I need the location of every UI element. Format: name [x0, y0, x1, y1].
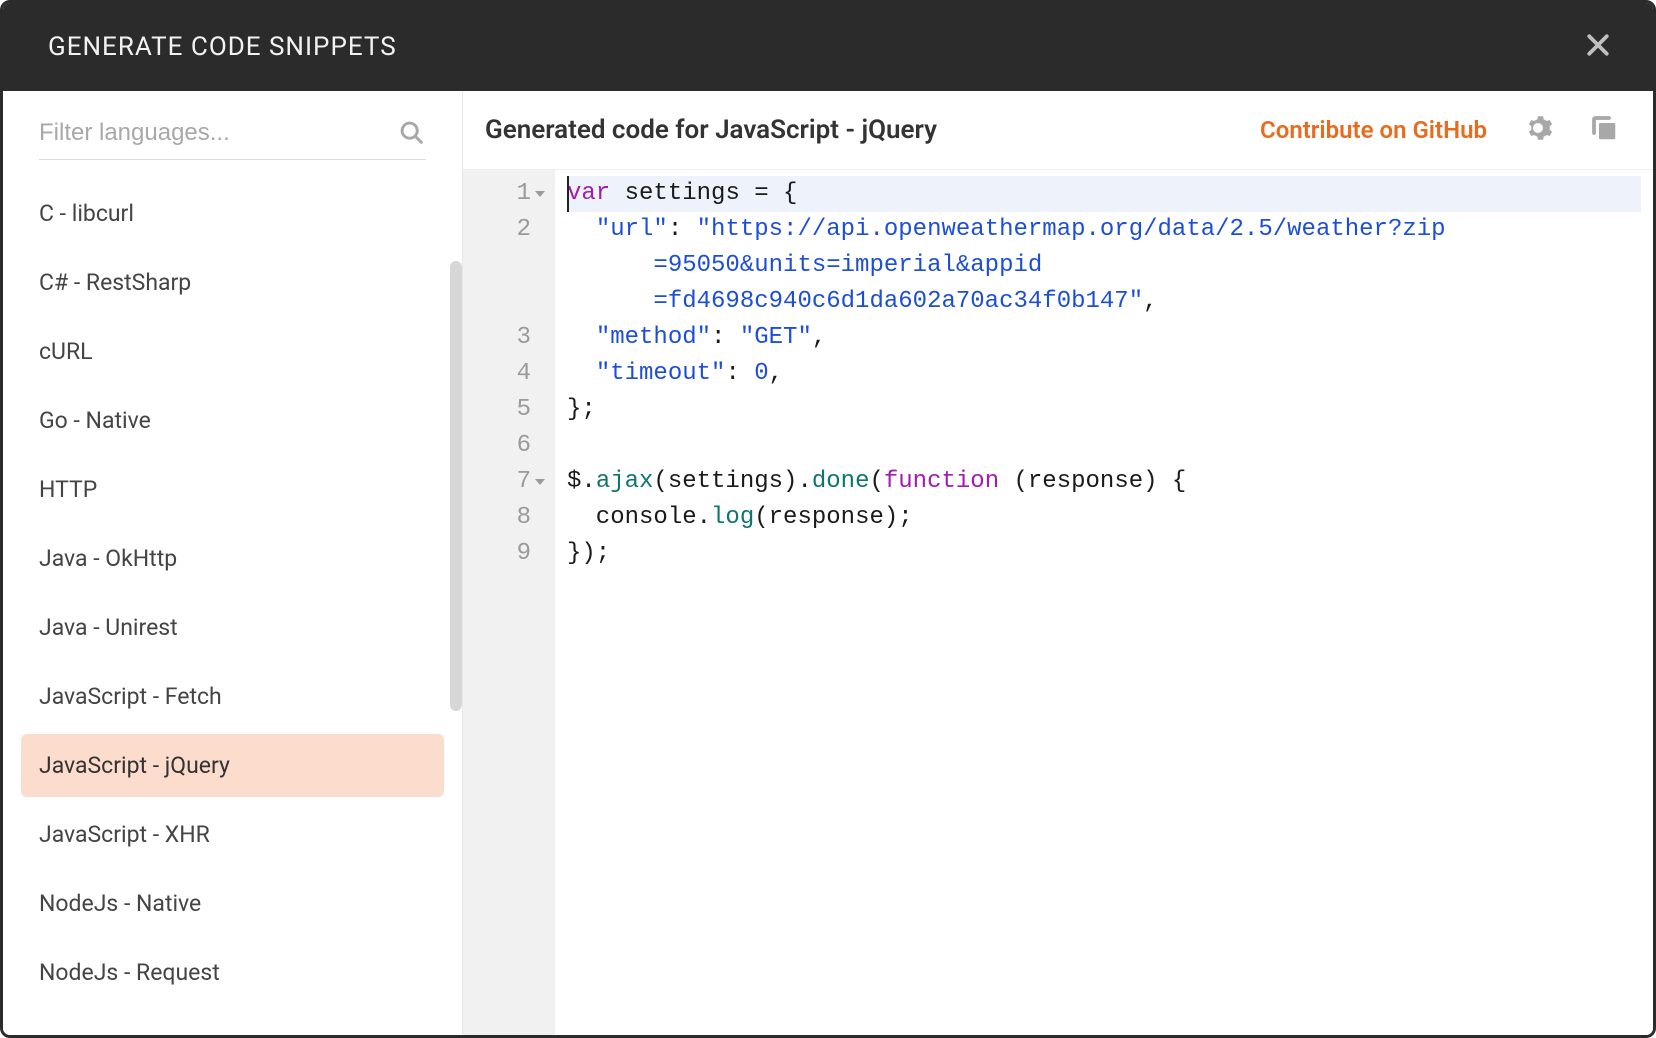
line-number: [487, 248, 545, 284]
close-button[interactable]: [1583, 30, 1613, 64]
contribute-github-link[interactable]: Contribute on GitHub: [1260, 116, 1487, 144]
code-line[interactable]: "timeout": 0,: [567, 356, 1641, 392]
language-list[interactable]: C - libcurlC# - RestSharpcURLGo - Native…: [3, 172, 462, 1035]
main-header: Generated code for JavaScript - jQuery C…: [463, 91, 1653, 170]
language-item[interactable]: JavaScript - XHR: [21, 803, 444, 866]
language-item[interactable]: cURL: [21, 320, 444, 383]
line-number-gutter: 12 3456789: [463, 170, 555, 1035]
code-line[interactable]: };: [567, 392, 1641, 428]
line-number: 8: [487, 500, 545, 536]
close-icon: [1583, 30, 1613, 64]
language-item[interactable]: C - libcurl: [21, 182, 444, 245]
main-panel: Generated code for JavaScript - jQuery C…: [463, 91, 1653, 1035]
code-line[interactable]: "method": "GET",: [567, 320, 1641, 356]
language-item[interactable]: Go - Native: [21, 389, 444, 452]
line-number: 5: [487, 392, 545, 428]
line-number: 1: [487, 176, 545, 212]
sidebar-scrollbar[interactable]: [450, 261, 462, 711]
line-number: 4: [487, 356, 545, 392]
line-number: 9: [487, 536, 545, 572]
code-line[interactable]: =fd4698c940c6d1da602a70ac34f0b147",: [567, 284, 1641, 320]
line-number: 6: [487, 428, 545, 464]
language-sidebar: C - libcurlC# - RestSharpcURLGo - Native…: [3, 91, 463, 1035]
code-editor[interactable]: 12 3456789 var settings = { "url": "https…: [463, 170, 1653, 1035]
modal-body: C - libcurlC# - RestSharpcURLGo - Native…: [3, 91, 1653, 1035]
filter-container: [3, 91, 462, 172]
code-line[interactable]: $.ajax(settings).done(function (response…: [567, 464, 1641, 500]
code-line[interactable]: console.log(response);: [567, 500, 1641, 536]
language-item[interactable]: Java - Unirest: [21, 596, 444, 659]
code-line[interactable]: var settings = {: [567, 176, 1641, 212]
language-item[interactable]: C# - RestSharp: [21, 251, 444, 314]
code-content[interactable]: var settings = { "url": "https://api.ope…: [555, 170, 1653, 1035]
filter-languages-input[interactable]: [39, 119, 398, 147]
modal-header: GENERATE CODE SNIPPETS: [3, 3, 1653, 91]
code-line[interactable]: });: [567, 536, 1641, 572]
language-item[interactable]: JavaScript - Fetch: [21, 665, 444, 728]
language-item[interactable]: JavaScript - jQuery: [21, 734, 444, 797]
line-number: 3: [487, 320, 545, 356]
code-line[interactable]: "url": "https://api.openweathermap.org/d…: [567, 212, 1641, 248]
code-line[interactable]: =95050&units=imperial&appid: [567, 248, 1641, 284]
filter-row: [39, 115, 426, 160]
language-item[interactable]: NodeJs - Request: [21, 941, 444, 1004]
language-item[interactable]: HTTP: [21, 458, 444, 521]
line-number: 2: [487, 212, 545, 248]
code-snippet-modal: GENERATE CODE SNIPPETS: [0, 0, 1656, 1038]
line-number: [487, 284, 545, 320]
copy-button[interactable]: [1589, 113, 1619, 147]
generated-code-title: Generated code for JavaScript - jQuery: [485, 115, 1242, 145]
language-item[interactable]: NodeJs - Native: [21, 872, 444, 935]
search-icon: [398, 119, 426, 147]
settings-button[interactable]: [1523, 113, 1553, 147]
code-line[interactable]: [567, 428, 1641, 464]
line-number: 7: [487, 464, 545, 500]
gear-icon: [1523, 113, 1553, 147]
language-item[interactable]: Java - OkHttp: [21, 527, 444, 590]
modal-title: GENERATE CODE SNIPPETS: [48, 32, 397, 62]
copy-icon: [1589, 113, 1619, 147]
